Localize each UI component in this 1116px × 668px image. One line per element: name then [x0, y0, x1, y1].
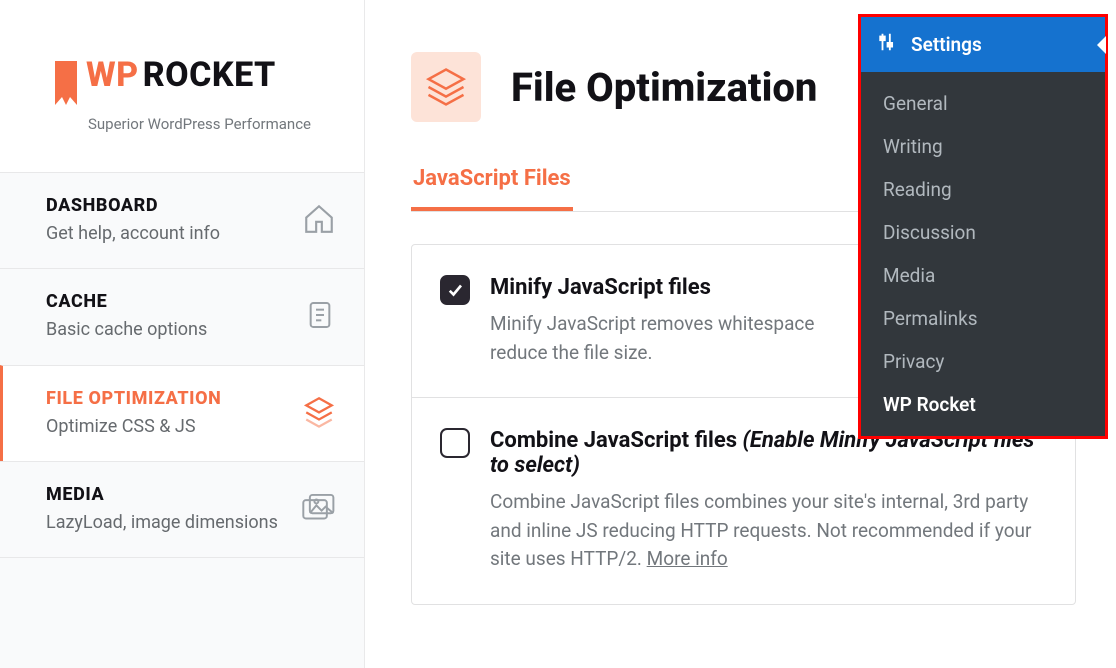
sidebar-item-dashboard[interactable]: DASHBOARD Get help, account info: [0, 172, 364, 269]
option-title: Minify JavaScript files: [490, 275, 814, 300]
option-desc: Combine JavaScript files combines your s…: [490, 488, 1047, 574]
more-info-link[interactable]: More info: [647, 547, 728, 570]
wp-menu-item-writing[interactable]: Writing: [861, 125, 1105, 168]
wp-rocket-sidebar: WPROCKET Superior WordPress Performance …: [0, 0, 365, 668]
wp-menu-item-media[interactable]: Media: [861, 254, 1105, 297]
checkbox-minify-js[interactable]: [440, 275, 470, 305]
sidebar-item-title: CACHE: [46, 291, 207, 312]
option-desc: Minify JavaScript removes whitespace red…: [490, 310, 814, 367]
sidebar-item-title: FILE OPTIMIZATION: [46, 388, 221, 409]
wp-menu-item-privacy[interactable]: Privacy: [861, 340, 1105, 383]
page-title: File Optimization: [511, 64, 817, 111]
wp-menu-item-discussion[interactable]: Discussion: [861, 211, 1105, 254]
sidebar-item-subtitle: Optimize CSS & JS: [46, 415, 221, 439]
wp-admin-settings-submenu: Settings General Writing Reading Discuss…: [858, 14, 1108, 439]
tab-javascript-files[interactable]: JavaScript Files: [411, 166, 573, 211]
logo-block: WPROCKET Superior WordPress Performance: [0, 0, 364, 173]
sidebar-item-subtitle: Get help, account info: [46, 222, 220, 246]
wp-menu-item-general[interactable]: General: [861, 82, 1105, 125]
wp-menu-settings-header[interactable]: Settings: [861, 17, 1105, 72]
sliders-icon: [877, 31, 899, 58]
layers-icon: [302, 394, 336, 432]
logo-subtitle: Superior WordPress Performance: [52, 115, 324, 133]
sidebar-item-title: MEDIA: [46, 484, 278, 505]
logo-rocket-text: ROCKET: [143, 55, 276, 95]
sidebar-item-file-optimization[interactable]: FILE OPTIMIZATION Optimize CSS & JS: [0, 365, 364, 462]
wp-menu-head-label: Settings: [911, 33, 982, 56]
sidebar-item-subtitle: LazyLoad, image dimensions: [46, 511, 278, 535]
wp-menu-item-reading[interactable]: Reading: [861, 168, 1105, 211]
sidebar-item-media[interactable]: MEDIA LazyLoad, image dimensions: [0, 461, 364, 558]
document-icon: [304, 299, 336, 335]
images-icon: [302, 493, 336, 527]
settings-nav: DASHBOARD Get help, account info CACHE B…: [0, 172, 364, 558]
wp-menu-item-wp-rocket[interactable]: WP Rocket: [861, 383, 1105, 426]
sidebar-item-cache[interactable]: CACHE Basic cache options: [0, 268, 364, 365]
sidebar-item-subtitle: Basic cache options: [46, 318, 207, 342]
logo-ribbon-icon: [52, 61, 80, 117]
wp-menu-item-permalinks[interactable]: Permalinks: [861, 297, 1105, 340]
home-icon: [302, 202, 336, 240]
sidebar-item-title: DASHBOARD: [46, 195, 220, 216]
logo-wp-text: WP: [86, 55, 139, 95]
page-icon-layers: [411, 52, 481, 122]
checkbox-combine-js[interactable]: [440, 428, 470, 458]
